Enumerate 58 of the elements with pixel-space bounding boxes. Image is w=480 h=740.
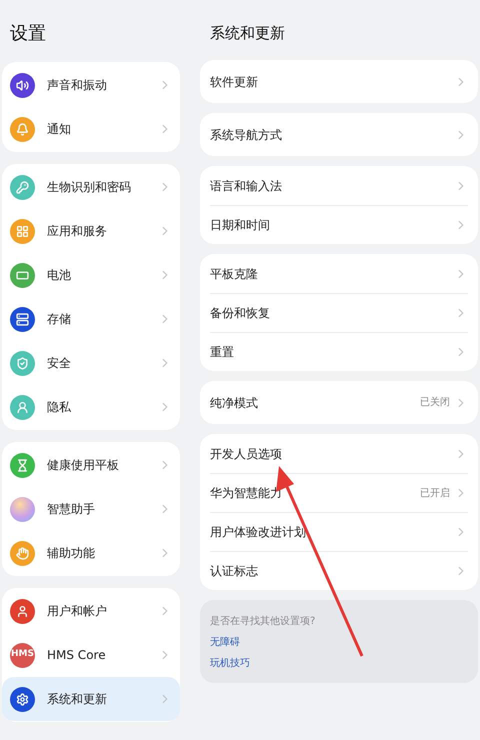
- section-title: 系统和更新: [209, 23, 286, 44]
- item-label: 电池: [47, 267, 72, 284]
- item-label: HMS Core: [47, 647, 107, 664]
- item-label: 声音和振动: [47, 77, 108, 94]
- settings-item[interactable]: 日期和时间: [210, 205, 468, 244]
- item-label: 平板克隆: [210, 266, 259, 282]
- settings-item[interactable]: 存储: [2, 297, 180, 341]
- suggestion-link[interactable]: 无障碍: [210, 635, 240, 650]
- item-label: 用户体验改进计划: [210, 524, 307, 541]
- item-label: 辅助功能: [47, 545, 96, 562]
- item-label: 系统导航方式: [210, 126, 283, 144]
- item-value: 已开启: [420, 486, 450, 500]
- item-label: 存储: [47, 311, 72, 328]
- settings-item[interactable]: 声音和振动: [2, 63, 180, 107]
- settings-item[interactable]: 安全: [2, 341, 180, 385]
- item-label: 认证标志: [210, 563, 259, 580]
- item-label: 应用和服务: [47, 223, 108, 240]
- item-label: 系统和更新: [47, 691, 108, 708]
- settings-item[interactable]: 系统导航方式: [210, 113, 468, 156]
- settings-item[interactable]: 电池: [2, 253, 180, 297]
- settings-item[interactable]: 生物识别和密码: [2, 165, 180, 209]
- settings-item[interactable]: 软件更新: [210, 60, 468, 103]
- item-label: 用户和帐户: [47, 603, 108, 620]
- settings-item[interactable]: 智慧助手: [2, 487, 180, 531]
- item-label: 生物识别和密码: [47, 179, 132, 196]
- item-label: 开发人员选项: [210, 446, 283, 462]
- settings-item[interactable]: 隐私: [2, 385, 180, 429]
- settings-item[interactable]: 认证标志: [210, 551, 468, 590]
- settings-item[interactable]: 开发人员选项: [210, 434, 468, 473]
- suggestion-link[interactable]: 玩机技巧: [210, 656, 250, 671]
- settings-item[interactable]: 用户和帐户: [2, 589, 180, 633]
- settings-item[interactable]: 用户体验改进计划: [210, 512, 468, 551]
- suggestion-prompt: 是否在寻找其他设置项?: [210, 614, 316, 629]
- settings-item[interactable]: HMS HMS Core: [2, 633, 180, 677]
- item-label: 健康使用平板: [47, 457, 120, 474]
- page-title: 设置: [9, 22, 47, 46]
- item-value: 已关闭: [420, 396, 450, 410]
- settings-item[interactable]: 备份和恢复: [210, 293, 468, 332]
- settings-item[interactable]: 系统和更新: [2, 677, 180, 721]
- settings-item[interactable]: 应用和服务: [2, 209, 180, 253]
- settings-item[interactable]: 健康使用平板: [2, 443, 180, 487]
- settings-item[interactable]: 平板克隆: [210, 254, 468, 293]
- settings-item[interactable]: 重置: [210, 332, 468, 371]
- settings-item[interactable]: 辅助功能: [2, 531, 180, 575]
- item-label: 语言和输入法: [210, 178, 283, 194]
- hms-icon: HMS: [10, 642, 35, 668]
- item-label: 软件更新: [210, 74, 259, 90]
- item-label: 备份和恢复: [210, 305, 271, 322]
- item-label: 安全: [47, 355, 72, 372]
- settings-item[interactable]: 通知: [2, 107, 180, 151]
- item-label: 重置: [210, 344, 235, 361]
- settings-item[interactable]: 纯净模式 已关闭: [210, 381, 468, 424]
- item-label: 智慧助手: [47, 501, 96, 518]
- item-label: 隐私: [47, 399, 72, 416]
- item-label: 纯净模式: [210, 394, 259, 412]
- item-label: 日期和时间: [210, 217, 271, 234]
- settings-item[interactable]: 语言和输入法: [210, 166, 468, 205]
- item-label: 通知: [47, 121, 72, 138]
